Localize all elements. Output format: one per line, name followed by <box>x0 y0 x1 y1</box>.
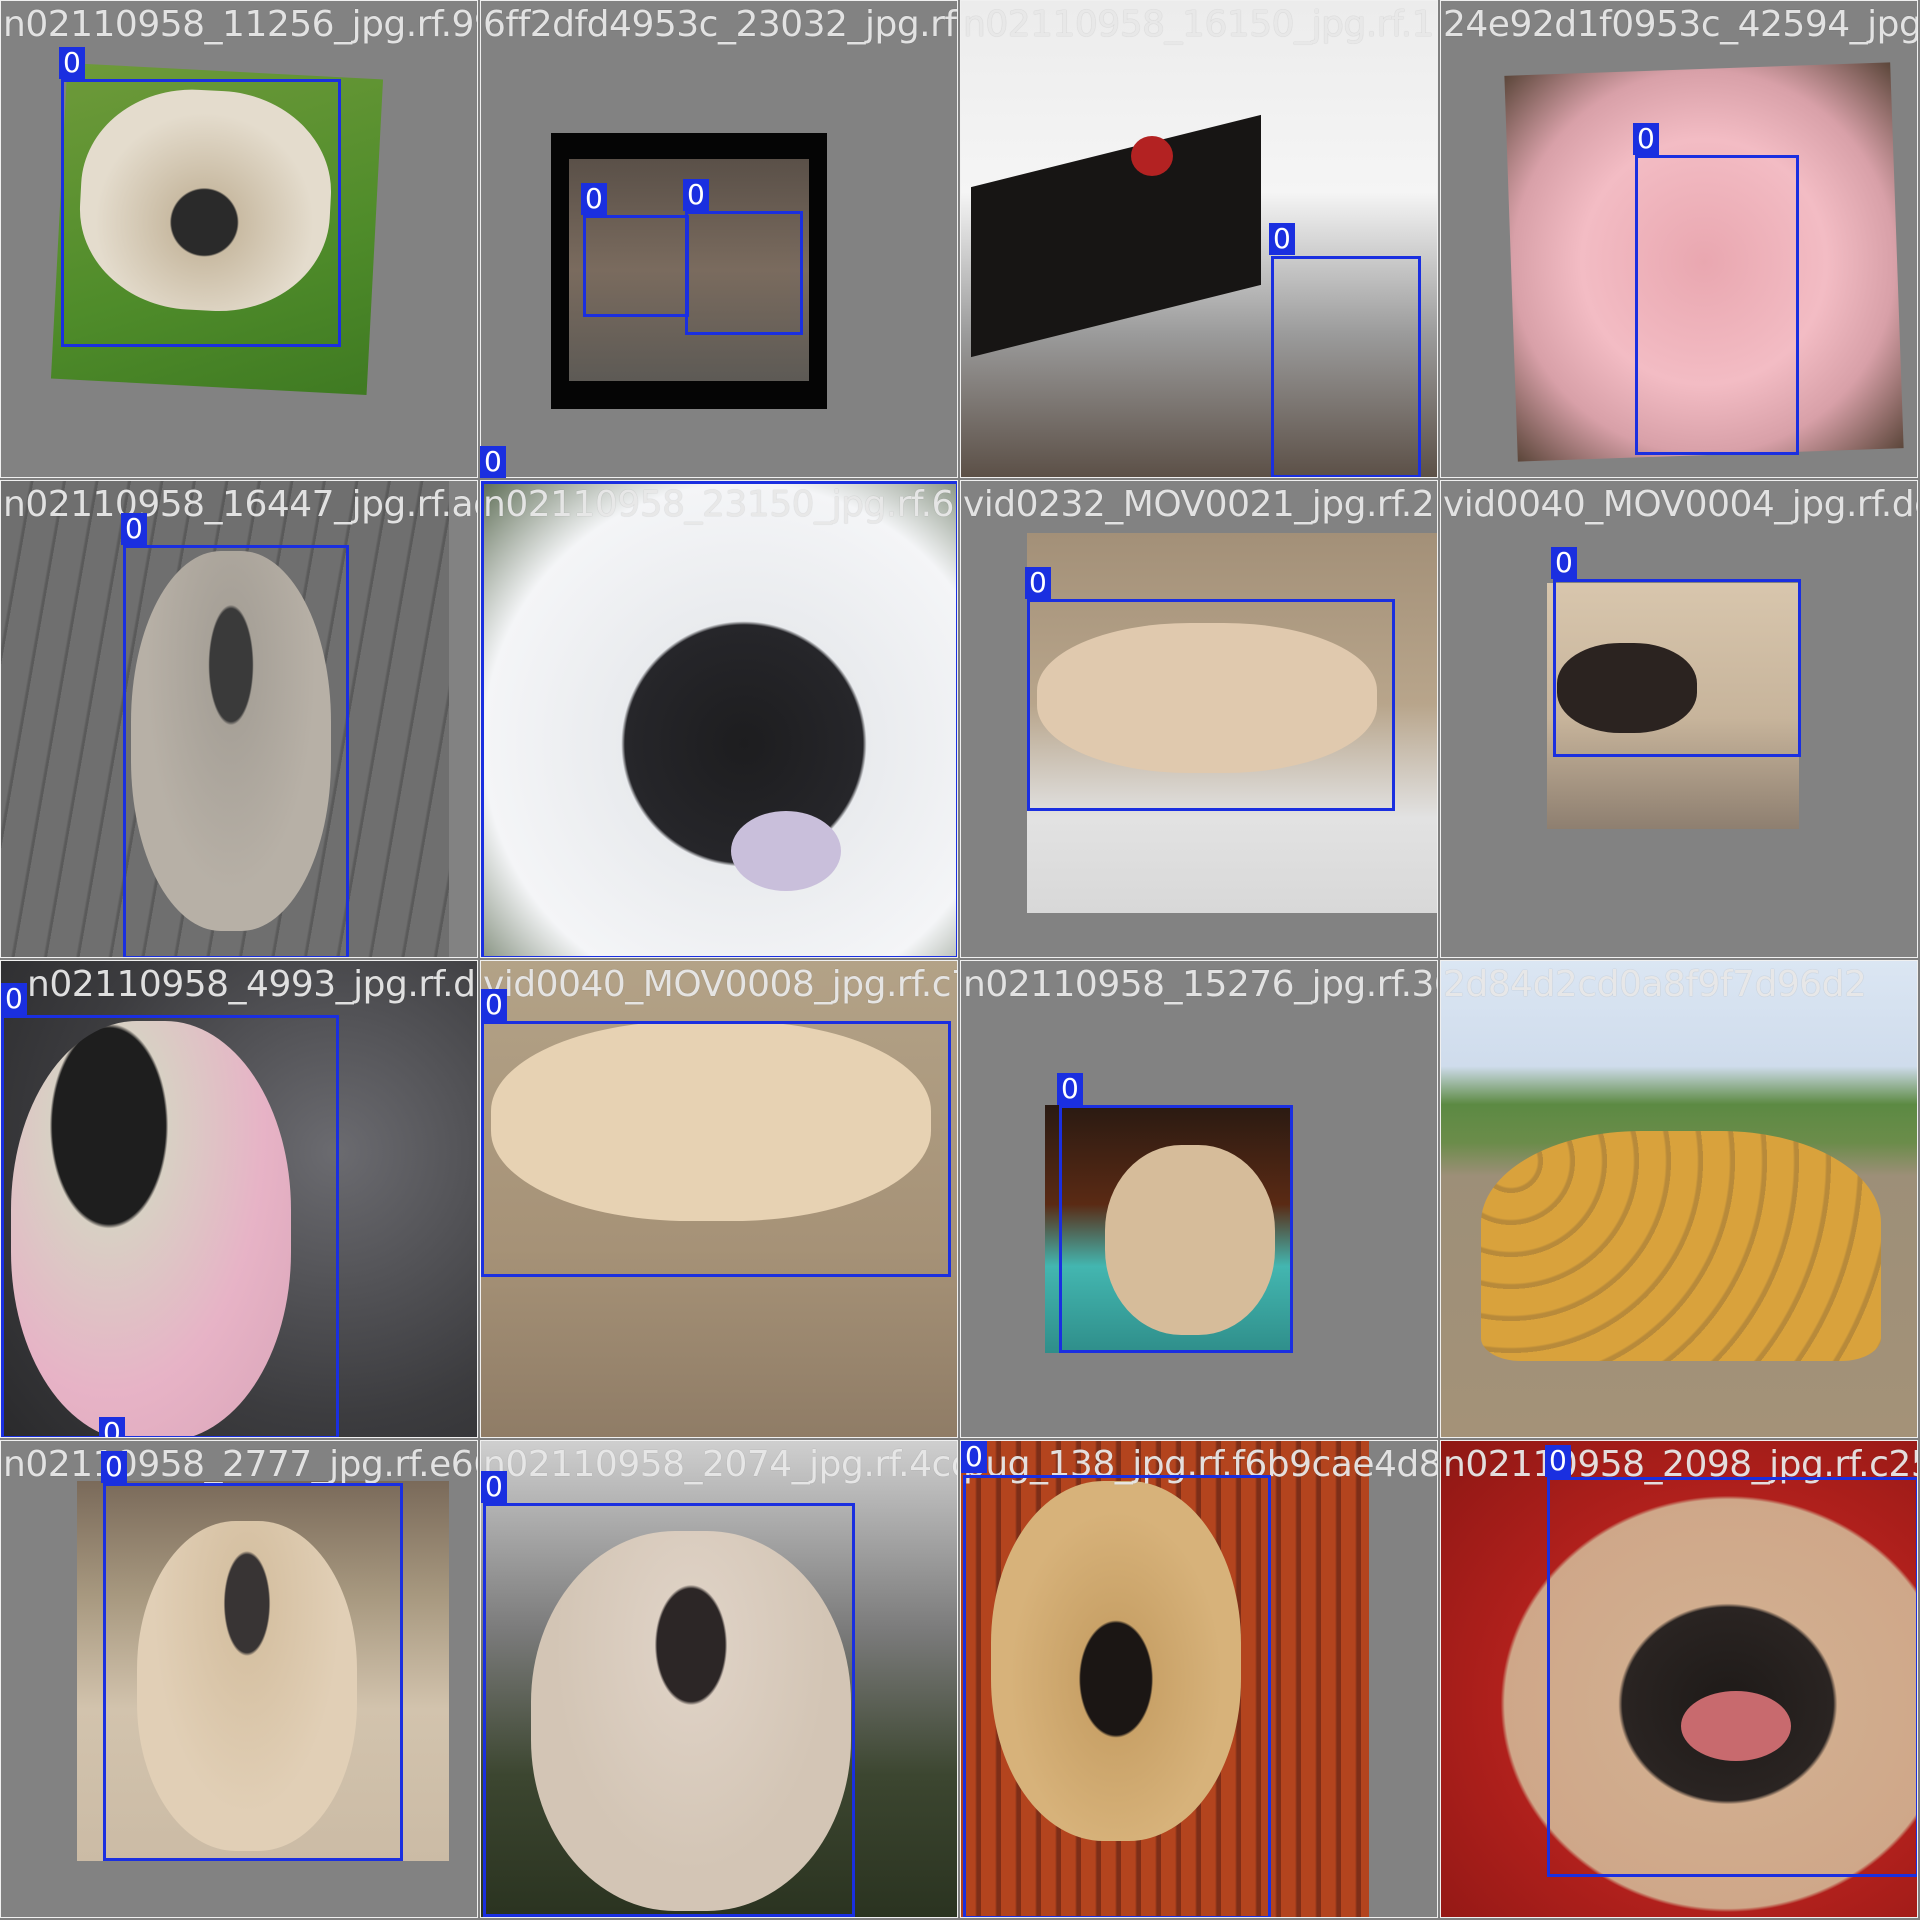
file-name: n02110958_16447_jpg.rf.ad <box>3 484 478 525</box>
mosaic-tile[interactable]: n02110958_2777_jpg.rf.e66 0 <box>0 1440 478 1918</box>
bounding-box[interactable] <box>1059 1105 1293 1353</box>
potato-field-photo <box>1441 961 1917 1437</box>
mosaic-tile[interactable]: n02110958_2098_jpg.rf.c25 0 <box>1440 1440 1918 1918</box>
mosaic-tile[interactable]: vid0232_MOV0021_jpg.rf.21 0 <box>960 480 1438 958</box>
class-tag: 0 <box>481 1471 507 1503</box>
file-name: n02110958_15276_jpg.rf.305 <box>963 964 1438 1005</box>
potato-pile <box>1481 1131 1881 1361</box>
class-tag: 0 <box>1551 547 1577 579</box>
file-name: 2d84d2cd0a8f9f7d96d2 <box>1443 964 1867 1005</box>
file-name: n02110958_11256_jpg.rf.9957d2d4055 <box>3 4 477 45</box>
mosaic-tile[interactable]: pug_138_jpg.rf.f6b9cae4d8 0 <box>960 1440 1438 1918</box>
class-tag: 0 <box>1545 1445 1571 1477</box>
class-tag: 0 <box>121 513 147 545</box>
class-tag: 0 <box>101 1451 127 1483</box>
mosaic-tile[interactable]: 24e92d1f0953c_42594_jpg.rf.1c 0 <box>1440 0 1918 478</box>
mosaic-tile[interactable]: n02110958_2074_jpg.rf.4cd 0 <box>480 1440 958 1918</box>
mosaic-tile[interactable]: vid0040_MOV0004_jpg.rf.dd 0 <box>1440 480 1918 958</box>
class-tag: 0 <box>481 989 507 1021</box>
file-name: vid0232_MOV0021_jpg.rf.21 <box>963 484 1438 525</box>
class-tag: 0 <box>480 446 506 478</box>
file-name: n02110958_4993_jpg.rf.d2f9 <box>27 964 477 1005</box>
file-name: n02110958_2074_jpg.rf.4cd <box>483 1444 958 1485</box>
bounding-box[interactable] <box>1027 599 1395 811</box>
class-tag: 0 <box>1 983 27 1015</box>
bounding-box[interactable] <box>583 215 689 317</box>
class-tag: 0 <box>99 1417 125 1437</box>
file-name: vid0040_MOV0004_jpg.rf.dd <box>1443 484 1918 525</box>
class-tag: 0 <box>1269 223 1295 255</box>
file-name: 24e92d1f0953c_42594_jpg.rf.1c <box>1443 4 1918 45</box>
class-tag: 0 <box>1025 567 1051 599</box>
mosaic-tile[interactable]: vid0040_MOV0008_jpg.rf.c7 0 <box>480 960 958 1438</box>
class-tag: 0 <box>961 1441 987 1473</box>
class-tag: 0 <box>683 179 709 211</box>
mosaic-grid: n02110958_11256_jpg.rf.9957d2d4055 0 6ff… <box>0 0 1920 1920</box>
class-tag: 0 <box>1633 123 1659 155</box>
bounding-box[interactable] <box>61 79 341 347</box>
bounding-box[interactable] <box>123 545 349 957</box>
file-name: 6ff2dfd4953c_23032_jpg.rf.f57 <box>483 4 957 45</box>
bounding-box[interactable] <box>685 211 803 335</box>
class-tag: 0 <box>581 183 607 215</box>
bounding-box[interactable] <box>1635 155 1799 455</box>
mosaic-tile[interactable]: n02110958_11256_jpg.rf.9957d2d4055 0 <box>0 0 478 478</box>
mosaic-tile[interactable]: n02110958_4993_jpg.rf.d2f9 0 0 <box>0 960 478 1438</box>
bounding-box[interactable] <box>481 481 957 957</box>
bounding-box[interactable] <box>481 1021 951 1277</box>
red-object <box>1131 136 1173 176</box>
file-name: n02110958_16150_jpg.rf.1 <box>963 4 1434 45</box>
mosaic-tile[interactable]: n02110958_16447_jpg.rf.ad 0 <box>0 480 478 958</box>
bounding-box[interactable] <box>1547 1477 1917 1877</box>
bounding-box[interactable] <box>103 1483 403 1861</box>
mosaic-tile[interactable]: n02110958_16150_jpg.rf.1 0 <box>960 0 1438 478</box>
file-name: vid0040_MOV0008_jpg.rf.c7 <box>483 964 958 1005</box>
class-tag: 0 <box>59 47 85 79</box>
bounding-box[interactable] <box>963 1475 1271 1917</box>
mosaic-tile[interactable]: n02110958_23150_jpg.rf.6000 <box>480 480 958 958</box>
bounding-box[interactable] <box>483 1503 855 1917</box>
class-tag: 0 <box>1057 1073 1083 1105</box>
bounding-box[interactable] <box>1553 579 1801 757</box>
bounding-box[interactable] <box>1271 256 1421 477</box>
mosaic-tile[interactable]: n02110958_15276_jpg.rf.305 0 <box>960 960 1438 1438</box>
mosaic-tile[interactable]: 2d84d2cd0a8f9f7d96d2 <box>1440 960 1918 1438</box>
mosaic-tile[interactable]: 6ff2dfd4953c_23032_jpg.rf.f57 0 0 <box>480 0 958 478</box>
file-name: n02110958_2777_jpg.rf.e66 <box>3 1444 478 1485</box>
dark-table <box>971 114 1261 358</box>
bounding-box[interactable] <box>1 1015 339 1437</box>
